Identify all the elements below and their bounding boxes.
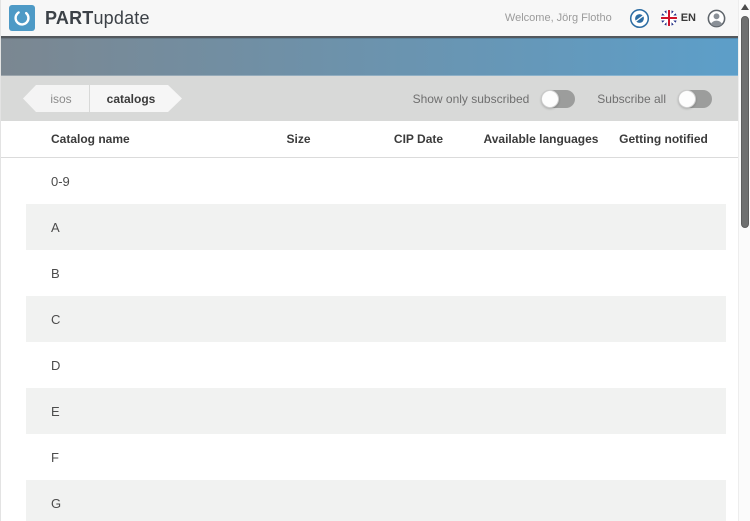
column-header-cip-date: CIP Date (356, 132, 481, 146)
column-header-catalog-name: Catalog name (1, 132, 241, 146)
page-banner (1, 36, 750, 76)
column-header-size: Size (241, 132, 356, 146)
column-header-available-languages: Available languages (481, 132, 601, 146)
catalog-group-row[interactable]: B (26, 250, 726, 296)
language-selector[interactable]: EN (661, 10, 696, 26)
catalog-group-row[interactable]: F (26, 434, 726, 480)
vertical-scrollbar[interactable] (738, 0, 750, 521)
group-label: G (51, 496, 61, 511)
language-label: EN (681, 12, 696, 24)
app-logo[interactable]: PARTupdate (9, 5, 150, 31)
catalog-list: 0-9 A B C D E F G (1, 158, 750, 521)
catalog-group-row[interactable]: G (26, 480, 726, 521)
catalog-group-row[interactable]: 0-9 (26, 158, 726, 204)
tab-catalogs[interactable]: catalogs (90, 85, 182, 112)
subscribe-all-toggle[interactable] (678, 90, 712, 108)
app-title: PARTupdate (45, 8, 150, 29)
community-icon[interactable] (629, 8, 650, 29)
app-title-suffix: update (93, 8, 149, 28)
group-label: A (51, 220, 60, 235)
subscribe-all-label: Subscribe all (597, 92, 666, 106)
column-header-getting-notified: Getting notified (601, 132, 726, 146)
show-only-subscribed-label: Show only subscribed (413, 92, 530, 106)
toggle-group: Show only subscribed Subscribe all (413, 90, 712, 108)
user-avatar-icon[interactable] (707, 9, 726, 28)
group-label: D (51, 358, 60, 373)
tab-catalogs-label: catalogs (107, 92, 156, 106)
catalog-group-row[interactable]: A (26, 204, 726, 250)
table-header: Catalog name Size CIP Date Available lan… (1, 121, 750, 158)
welcome-text: Welcome, Jörg Flotho (505, 12, 612, 24)
catalog-group-row[interactable]: D (26, 342, 726, 388)
partupdate-logo-icon (9, 5, 35, 31)
group-label: 0-9 (51, 174, 70, 189)
toggle-knob (678, 90, 696, 108)
scrollbar-thumb[interactable] (741, 16, 749, 228)
breadcrumb: isos catalogs (23, 85, 182, 112)
uk-flag-icon (661, 10, 677, 26)
group-label: B (51, 266, 60, 281)
tab-isos-label: isos (50, 92, 71, 106)
group-label: E (51, 404, 60, 419)
catalog-group-row[interactable]: C (26, 296, 726, 342)
app-title-part: PART (45, 8, 93, 28)
scroll-up-arrow-icon[interactable] (741, 4, 749, 10)
toggle-knob (541, 90, 559, 108)
tab-isos[interactable]: isos (23, 85, 89, 112)
partupdate-window: PARTupdate Welcome, Jörg Flotho EN (0, 0, 750, 521)
toolbar: isos catalogs Show only subscribed Subsc… (1, 76, 750, 121)
catalog-group-row[interactable]: E (26, 388, 726, 434)
group-label: F (51, 450, 59, 465)
app-header: PARTupdate Welcome, Jörg Flotho EN (1, 0, 750, 36)
show-only-subscribed-toggle[interactable] (541, 90, 575, 108)
group-label: C (51, 312, 60, 327)
